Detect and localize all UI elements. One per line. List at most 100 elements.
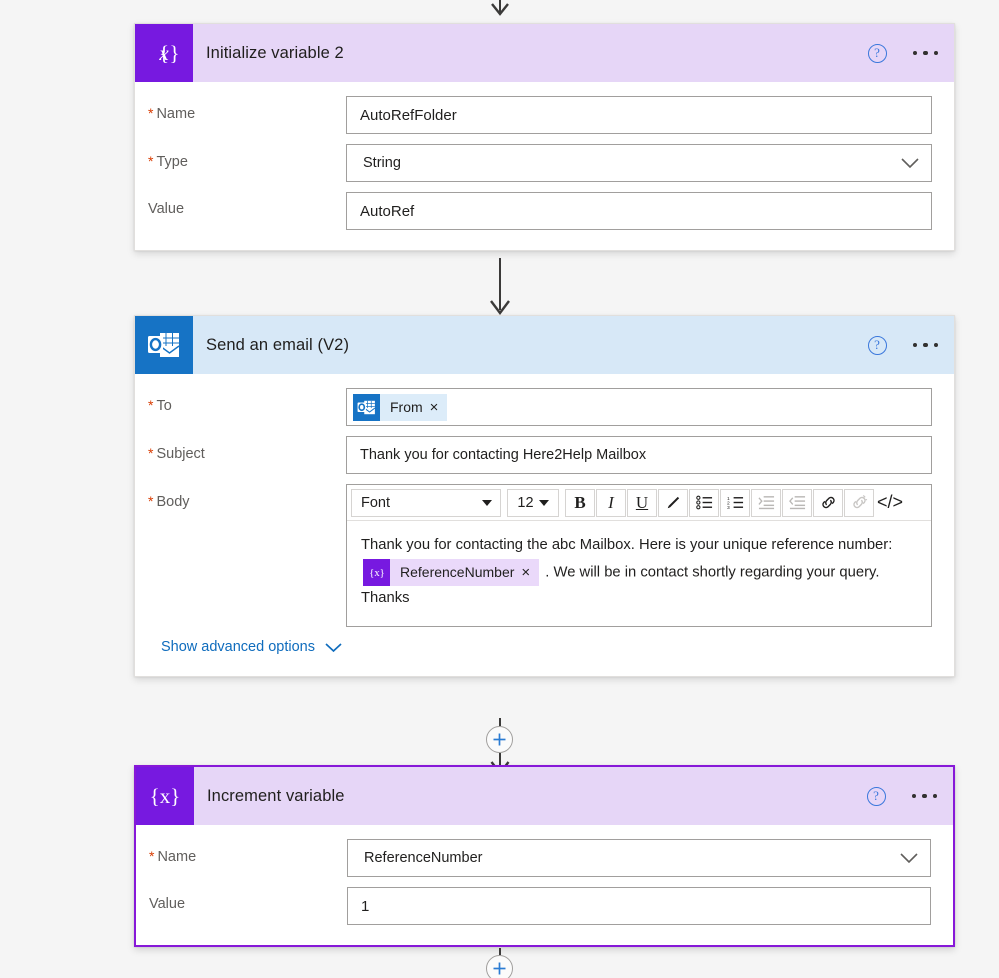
token-label: From [390, 399, 423, 415]
field-row-value: Value AutoRef [148, 192, 932, 230]
help-icon[interactable]: ? [867, 43, 887, 63]
body-content[interactable]: Thank you for contacting the abc Mailbox… [347, 521, 931, 626]
field-row-name: * Name AutoRefFolder [148, 96, 932, 134]
field-row-body: * Body Font 12 B I U 1 2 3 </> Thank you… [148, 484, 932, 628]
body-rich-text-editor[interactable]: Font 12 B I U 1 2 3 </> Thank you for co… [346, 484, 932, 628]
required-asterisk: * [148, 153, 154, 169]
italic-button[interactable]: I [596, 488, 626, 517]
svg-text:{x}: {x} [369, 568, 384, 579]
field-label-value: Value [148, 201, 185, 217]
outlook-icon [353, 393, 380, 421]
field-label-to: * To [148, 397, 172, 414]
field-label-type: * Type [148, 153, 188, 170]
body-text-before: Thank you for contacting the abc Mailbox… [361, 537, 893, 553]
variable-braces-icon: { x } [135, 24, 193, 82]
card-title: Send an email (V2) [206, 335, 350, 354]
remove-token-icon[interactable]: × [521, 565, 539, 580]
remove-token-icon[interactable]: × [430, 400, 448, 415]
connector-arrow-1 [0, 258, 999, 316]
outlook-glyph [357, 400, 376, 414]
bulleted-list-icon[interactable] [689, 488, 719, 517]
card-send-an-email-v2[interactable]: Send an email (V2) ? * To From × * Subje… [134, 315, 955, 678]
help-icon[interactable]: ? [866, 786, 886, 806]
chevron-down-icon [901, 158, 919, 169]
unlink-icon[interactable] [844, 488, 874, 517]
plus-icon [493, 962, 506, 975]
field-row-subject: * Subject Thank you for contacting Here2H… [148, 436, 932, 474]
variable-braces-icon: {x} [136, 767, 194, 825]
bold-button[interactable]: B [565, 488, 595, 517]
card-body: * To From × * Subject Thank you for cont… [135, 374, 954, 676]
name-dropdown[interactable]: ReferenceNumber [347, 839, 931, 877]
help-icon[interactable]: ? [867, 335, 887, 355]
field-label-body: * Body [148, 493, 190, 510]
font-family-value: Font [361, 494, 391, 511]
svg-text:}: } [148, 41, 179, 65]
field-label-name: * Name [149, 848, 197, 865]
card-initialize-variable-2[interactable]: { x } Initialize variable 2 ? * Name Auto… [134, 23, 955, 251]
svg-text:3: 3 [727, 505, 730, 510]
required-asterisk: * [148, 445, 154, 461]
arrow-down-icon [489, 258, 510, 315]
token-label: ReferenceNumber [400, 564, 515, 581]
add-step-button[interactable] [486, 955, 513, 978]
subject-input[interactable]: Thank you for contacting Here2Help Mailb… [346, 436, 932, 474]
more-options-icon[interactable] [912, 342, 938, 348]
required-asterisk: * [148, 493, 154, 509]
chevron-down-icon [325, 642, 342, 652]
field-row-name: * Name ReferenceNumber [149, 839, 931, 877]
card-header-actions: ? [866, 767, 937, 825]
connector-arrow-top [0, 0, 999, 18]
more-options-icon[interactable] [911, 793, 937, 799]
link-icon[interactable] [813, 488, 843, 517]
flow-designer-canvas: { x } Initialize variable 2 ? * Name Auto… [0, 0, 999, 978]
chevron-down-icon [900, 853, 918, 864]
more-options-icon[interactable] [912, 50, 938, 56]
outlook-icon [135, 316, 193, 374]
show-advanced-options-link[interactable]: Show advanced options [161, 639, 343, 655]
required-asterisk: * [149, 848, 155, 864]
card-title: Increment variable [207, 786, 345, 805]
code-view-button[interactable]: </> [875, 488, 905, 517]
underline-button[interactable]: U [627, 488, 657, 517]
connector-add-step-2 [0, 948, 999, 978]
variable-braces-icon: {x} [363, 558, 390, 586]
chevron-down-icon [482, 499, 492, 506]
field-label-value: Value [149, 896, 186, 912]
name-dropdown-value: ReferenceNumber [364, 850, 483, 866]
card-body: * Name AutoRefFolder * Type String Value… [135, 82, 954, 250]
card-body: * Name ReferenceNumber Value 1 [136, 825, 953, 945]
value-input[interactable]: AutoRef [346, 192, 932, 230]
value-input[interactable]: 1 [347, 887, 931, 925]
font-family-dropdown[interactable]: Font [351, 488, 501, 517]
type-dropdown-value: String [363, 155, 401, 171]
card-header[interactable]: {x} Increment variable ? [136, 767, 953, 825]
outlook-glyph [148, 333, 180, 357]
indent-icon[interactable] [751, 488, 781, 517]
chevron-down-icon [538, 499, 549, 506]
field-label-subject: * Subject [148, 445, 205, 462]
required-asterisk: * [148, 397, 154, 413]
card-increment-variable[interactable]: {x} Increment variable ? * Name Reference… [134, 765, 955, 947]
to-input[interactable]: From × [346, 388, 932, 426]
svg-text:{x}: {x} [150, 784, 181, 808]
field-label-name: * Name [148, 105, 196, 122]
outdent-icon[interactable] [782, 488, 812, 517]
add-step-button[interactable] [486, 726, 513, 753]
arrow-down-icon [490, 0, 509, 16]
required-asterisk: * [148, 105, 154, 121]
rte-toolbar: Font 12 B I U 1 2 3 </> [347, 485, 931, 521]
type-dropdown[interactable]: String [346, 144, 932, 182]
numbered-list-icon[interactable]: 1 2 3 [720, 488, 750, 517]
plus-icon [493, 733, 506, 746]
card-header-actions: ? [867, 24, 938, 82]
token-referencenumber[interactable]: {x} ReferenceNumber × [363, 558, 540, 586]
font-size-dropdown[interactable]: 12 [507, 488, 559, 517]
highlighter-icon[interactable] [658, 488, 688, 517]
name-input[interactable]: AutoRefFolder [346, 96, 932, 134]
card-header[interactable]: { x } Initialize variable 2 ? [135, 24, 954, 82]
token-from[interactable]: From × [353, 393, 448, 421]
card-header[interactable]: Send an email (V2) ? [135, 316, 954, 374]
field-row-type: * Type String [148, 144, 932, 182]
card-header-actions: ? [867, 316, 938, 374]
